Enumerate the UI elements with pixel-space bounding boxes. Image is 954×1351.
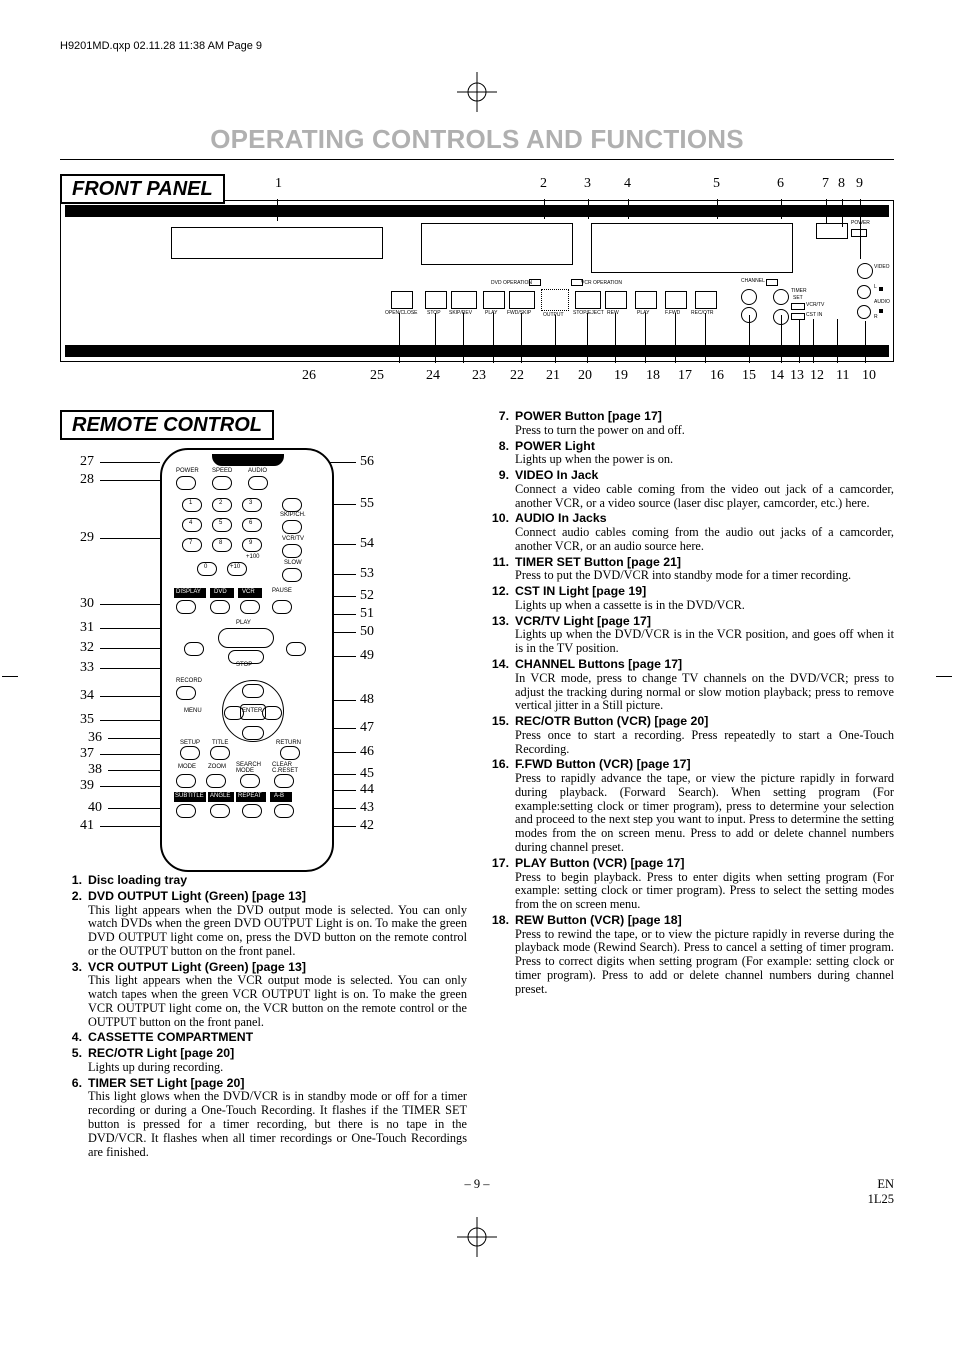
registration-mark-bottom [60, 1217, 894, 1261]
footer-code-en: EN [877, 1177, 894, 1191]
remote-body: POWER SPEED AUDIO 1 2 3 4 5 6 7 8 9 [160, 448, 334, 872]
remote-control-label: REMOTE CONTROL [60, 410, 274, 440]
page-number: – 9 – [160, 1177, 794, 1207]
front-panel-figure: POWER VIDEO L R AUDIO DVD OPERATION VCR … [60, 200, 894, 362]
title-rule [60, 159, 894, 160]
crop-mark-right [936, 676, 952, 677]
page-title: OPERATING CONTROLS AND FUNCTIONS [60, 124, 894, 155]
remote-control-figure: 27 28 29 30 31 32 33 34 35 36 37 38 39 4… [60, 444, 467, 874]
left-column: REMOTE CONTROL 27 28 29 30 31 32 33 34 3… [60, 410, 467, 1161]
footer-code-1l25: 1L25 [868, 1192, 894, 1206]
front-panel-label: FRONT PANEL [60, 174, 225, 204]
file-header-line: H9201MD.qxp 02.11.28 11:38 AM Page 9 [60, 40, 894, 52]
desc-list-right: 7.POWER Button [page 17]Press to turn th… [487, 410, 894, 1161]
crop-mark-left [2, 676, 18, 677]
page-footer: – 9 – EN 1L25 [60, 1177, 894, 1207]
desc-list-left: 1.Disc loading tray 2.DVD OUTPUT Light (… [60, 874, 467, 1159]
registration-mark-top [60, 72, 894, 116]
